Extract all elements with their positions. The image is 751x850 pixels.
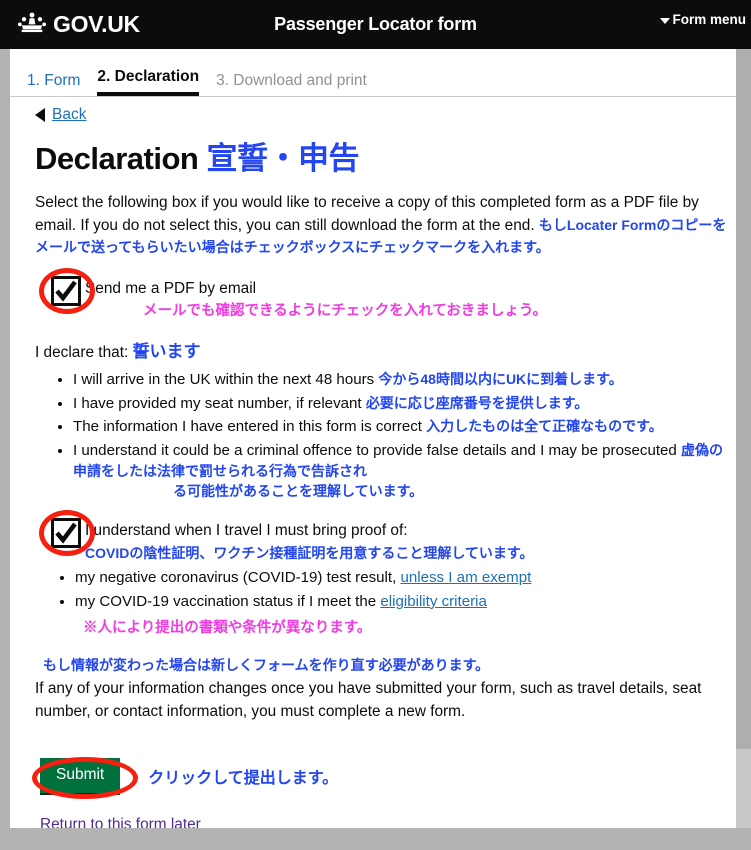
send-pdf-label-text: Send me a PDF by email	[85, 279, 257, 297]
proof-checkbox-row: I understand when I travel I must bring …	[35, 510, 727, 563]
list-item: my negative coronavirus (COVID-19) test …	[75, 567, 727, 589]
bring-proof-label: I understand when I travel I must bring …	[85, 518, 727, 563]
govuk-header: GOV.UK Passenger Locator form Form menu	[0, 0, 751, 49]
changes-paragraph: もし情報が変わった場合は新しくフォームを作り直す必要があります。 If any o…	[35, 655, 727, 723]
govuk-brand[interactable]: GOV.UK	[17, 11, 140, 39]
bring-proof-label-text: I understand when I travel I must bring …	[85, 522, 408, 540]
declaration-heading-en: Declaration	[35, 141, 207, 176]
checkmark-icon	[55, 522, 77, 544]
tab-declaration[interactable]: 2. Declaration	[97, 68, 200, 96]
vertical-scrollbar[interactable]	[736, 49, 751, 828]
proof-sub-list: my negative coronavirus (COVID-19) test …	[35, 567, 727, 613]
form-menu-button[interactable]: Form menu	[660, 12, 746, 27]
declaration-item-en: I will arrive in the UK within the next …	[73, 371, 379, 389]
eligibility-criteria-link[interactable]: eligibility criteria	[380, 593, 487, 610]
bring-proof-checkbox[interactable]	[51, 518, 81, 549]
declaration-heading: Declaration 宣誓・申告	[35, 133, 727, 178]
proof-item-text: my COVID-19 vaccination status if I meet…	[75, 592, 381, 610]
declaration-item-en: I understand it could be a criminal offe…	[73, 441, 682, 459]
govuk-brand-text: GOV.UK	[53, 11, 140, 37]
tab-form[interactable]: 1. Form	[27, 72, 80, 96]
list-item: my COVID-19 vaccination status if I meet…	[75, 591, 727, 613]
send-pdf-note-jp: メールでも確認できるようにチェックを入れておきましょう。	[143, 302, 547, 319]
checkmark-icon	[55, 280, 77, 302]
proof-sub-note-jp: ※人により提出の書類や条件が異なります。	[83, 619, 372, 636]
list-item: I will arrive in the UK within the next …	[73, 369, 727, 390]
return-later-link[interactable]: Return to this form later	[40, 816, 201, 828]
declare-label-en: I declare that:	[35, 344, 133, 362]
declare-line: I declare that: 誓います	[35, 337, 727, 362]
back-link[interactable]: Back	[10, 97, 741, 124]
submit-note-jp: クリックして提出します。	[148, 770, 339, 788]
submit-row: Submit クリックして提出します。	[32, 756, 727, 799]
back-arrow-icon	[35, 108, 45, 122]
declaration-item-jp: 必要に応じ座席番号を提供します。	[365, 394, 589, 411]
declaration-item-en: The information I have entered in this f…	[73, 418, 427, 436]
changes-note-jp: もし情報が変わった場合は新しくフォームを作り直す必要があります。	[43, 656, 490, 673]
declaration-list: I will arrive in the UK within the next …	[35, 369, 727, 502]
list-item: The information I have entered in this f…	[73, 416, 727, 437]
scrollbar-thumb[interactable]	[736, 49, 751, 749]
changes-text-en: If any of your information changes once …	[35, 679, 702, 720]
declaration-heading-jp: 宣誓・申告	[206, 141, 359, 176]
tab-download[interactable]: 3. Download and print	[216, 72, 367, 96]
bring-proof-note-jp: COVIDの陰性証明、ワクチン接種証明を用意すること理解しています。	[85, 545, 534, 562]
chevron-down-icon	[660, 17, 671, 24]
declaration-item-jp-line2: る可能性があることを理解しています。	[173, 483, 424, 500]
step-tabs: 1. Form 2. Declaration 3. Download and p…	[10, 58, 741, 97]
declare-label-jp: 誓います	[132, 342, 201, 362]
screen: GOV.UK Passenger Locator form Form menu …	[0, 0, 751, 850]
send-pdf-label: Send me a PDF by email メールでも確認できるようにチェック…	[85, 276, 727, 321]
proof-item-text: my negative coronavirus (COVID-19) test …	[75, 568, 401, 586]
send-pdf-checkbox[interactable]	[51, 275, 81, 306]
form-menu-label: Form menu	[672, 12, 746, 27]
declaration-item-en: I have provided my seat number, if relev…	[73, 394, 366, 412]
submit-button[interactable]: Submit	[40, 757, 121, 795]
crown-icon	[17, 11, 47, 39]
exempt-link[interactable]: unless I am exempt	[400, 569, 531, 586]
back-link-label: Back	[52, 106, 87, 123]
pdf-checkbox-row: Send me a PDF by email メールでも確認できるようにチェック…	[35, 267, 727, 321]
declaration-item-jp: 入力したものは全て正確なものです。	[426, 418, 663, 435]
page-body: 1. Form 2. Declaration 3. Download and p…	[10, 49, 741, 828]
declaration-item-jp: 今から48時間以内にUKに到着します。	[378, 371, 623, 388]
intro-paragraph: Select the following box if you would li…	[35, 192, 727, 260]
list-item: I have provided my seat number, if relev…	[73, 393, 727, 414]
list-item: I understand it could be a criminal offe…	[73, 440, 727, 503]
